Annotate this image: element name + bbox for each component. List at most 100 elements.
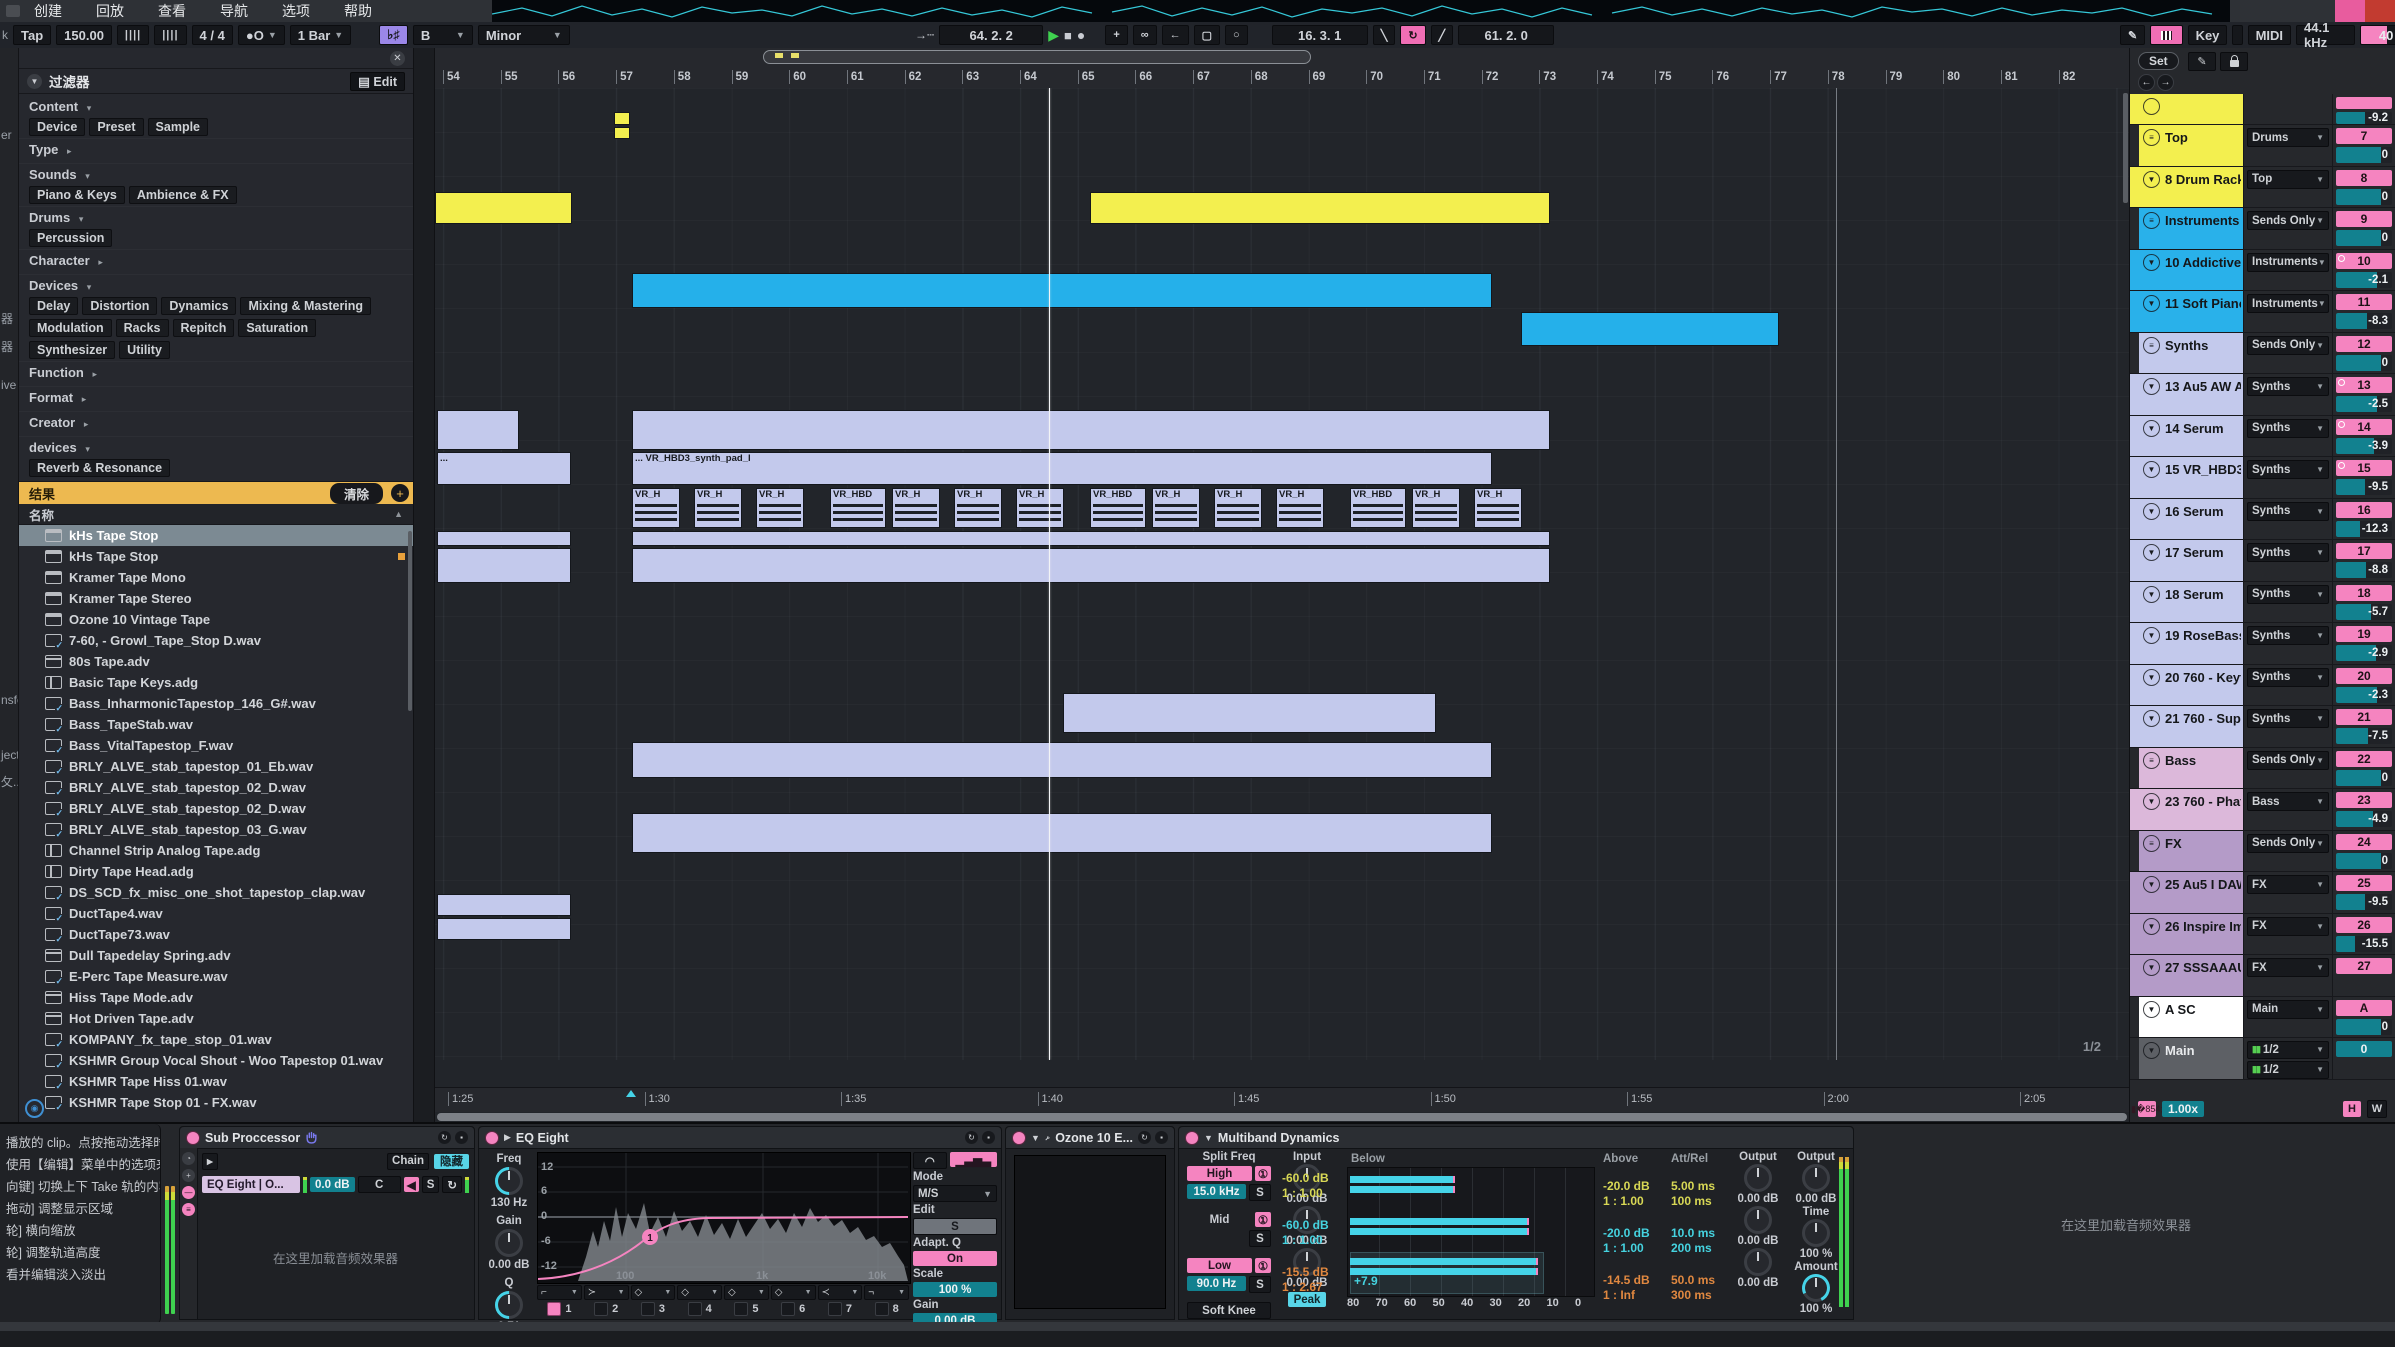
track-fold-icon[interactable]: ▼ — [2143, 669, 2160, 686]
arrangement-clip[interactable]: ... VR_HBD3_synth_pad_l — [632, 452, 1492, 485]
arrangement-clip[interactable] — [632, 548, 1550, 583]
filter-group-header[interactable]: Format ▸ — [29, 390, 403, 405]
gain-reduction-meter-area[interactable]: +7.9 — [1347, 1167, 1595, 1297]
track-activator-button[interactable]: 7 — [2336, 128, 2392, 144]
track-name-cell[interactable]: ▼ 11 Soft Piano — [2139, 291, 2244, 332]
filter-tag[interactable]: Dynamics — [161, 297, 236, 315]
track-fold-icon[interactable]: ▼ — [2143, 710, 2160, 727]
filter-group-header[interactable]: Content ▾ — [29, 99, 403, 114]
track-fold-icon[interactable]: ≡ — [2143, 752, 2160, 769]
beat-time-ruler[interactable]: 5455565758596061626364656667686970717273… — [435, 66, 2129, 89]
track-row[interactable]: ▼ 27 SSSAAAUU ▮▮ FX▼ ▮▮ ▼ — [2130, 955, 2395, 997]
track-row[interactable]: ▮▮ ▼ ▮▮ ▼ — [2130, 94, 2395, 125]
output-routing-menu[interactable]: ▮▮ Sends Only▼ — [2247, 336, 2329, 355]
stop-button[interactable]: ■ — [1064, 28, 1072, 43]
filter-group-header[interactable]: Devices ▾ — [29, 278, 403, 293]
track-fold-icon[interactable]: ≡ — [2143, 212, 2160, 229]
track-activator-button[interactable]: 27 — [2336, 958, 2392, 974]
band-activator-checkbox[interactable] — [594, 1302, 608, 1316]
arrangement-clip[interactable] — [632, 742, 1492, 778]
arrangement-clip[interactable]: VR_H — [694, 488, 742, 528]
track-fold-icon[interactable]: ▼ — [2143, 959, 2160, 976]
browser-list-item[interactable]: Bass_InharmonicTapestop_146_G#.wav — [19, 693, 413, 714]
arrangement-clip[interactable]: VR_HBD — [1090, 488, 1146, 528]
chain-row[interactable]: EQ Eight | O... 0.0 dB C ◀ S ↻ — [202, 1175, 469, 1194]
chain-solo-button[interactable]: S — [422, 1176, 440, 1193]
nudge-down-button[interactable]: |||| — [117, 25, 149, 45]
output-gain-knob-mid[interactable] — [1744, 1206, 1772, 1234]
track-volume-field[interactable]: 0 — [2336, 1019, 2392, 1035]
chain-name[interactable]: EQ Eight | O... — [202, 1176, 300, 1193]
output-routing-menu[interactable]: ▮▮ Bass▼ — [2247, 792, 2329, 811]
output-routing-menu[interactable]: ▮▮ FX▼ — [2247, 917, 2329, 936]
eq-band[interactable]: ◇▼ 3 — [631, 1285, 676, 1319]
arrangement-clip[interactable]: VR_H — [1214, 488, 1262, 528]
device-ozone-plugin[interactable]: ▼ Ozone 10 E... ↻ ▪ — [1005, 1126, 1175, 1320]
above-threshold-mid[interactable]: -20.0 dB — [1603, 1226, 1665, 1241]
track-volume-field[interactable]: -4.9 — [2336, 811, 2392, 827]
band-activator-checkbox[interactable] — [828, 1302, 842, 1316]
track-name-cell[interactable]: ▼ 10 Addictive K — [2139, 250, 2244, 291]
arrangement-clip[interactable]: VR_H — [1412, 488, 1460, 528]
eq-band[interactable]: ◇▼ 4 — [677, 1285, 722, 1319]
track-name-cell[interactable]: ▼ 14 Serum — [2139, 416, 2244, 457]
output-routing-menu[interactable]: ▮▮ Sends Only▼ — [2247, 834, 2329, 853]
lock-icon[interactable] — [2220, 52, 2248, 71]
filter-group-header[interactable]: Creator ▸ — [29, 415, 403, 430]
track-activator-button[interactable]: 26 — [2336, 917, 2392, 933]
output-routing-menu[interactable]: ▮▮ Sends Only▼ — [2247, 211, 2329, 230]
nudge-up-button[interactable]: |||| — [154, 25, 186, 45]
arrangement-clip[interactable] — [632, 410, 1550, 450]
arrangement-position-field[interactable]: 64. 2. 2 — [939, 25, 1043, 45]
output-routing-menu[interactable]: ▮▮ Instruments▼ — [2247, 294, 2329, 313]
loop-switch[interactable]: ↻ — [1400, 25, 1425, 45]
arrangement-clip[interactable] — [437, 894, 571, 916]
filter-tag[interactable]: Racks — [116, 319, 169, 337]
track-fold-icon[interactable]: ▼ — [2143, 544, 2160, 561]
menu-item[interactable]: 回放 — [96, 1, 124, 21]
device-sub-processor-rack[interactable]: Sub Proccessor ↻ ▪ ◔ + — ≡ ▸ Chain 隐藏 EQ… — [179, 1126, 475, 1320]
track-activator-button[interactable]: 11 — [2336, 294, 2392, 310]
track-row[interactable]: ▼ 19 RoseBass ▮▮ Synths▼ ▮▮ ▼ — [2130, 623, 2395, 665]
track-row[interactable]: ▼ 18 Serum ▮▮ Synths▼ ▮▮ ▼ — [2130, 582, 2395, 624]
track-volume-field[interactable]: 0 — [2336, 189, 2392, 205]
plugin-edit-wrench-icon[interactable] — [1045, 1132, 1050, 1144]
tap-tempo-button[interactable]: Tap — [13, 25, 51, 45]
band-activator-checkbox[interactable] — [688, 1302, 702, 1316]
time-knob[interactable] — [1802, 1219, 1830, 1247]
track-activator-button[interactable]: 9 — [2336, 211, 2392, 227]
track-fold-icon[interactable]: ≡ — [2143, 129, 2160, 146]
filter-group-header[interactable]: Function ▸ — [29, 365, 403, 380]
browser-list-item[interactable]: Kramer Tape Stereo — [19, 588, 413, 609]
output-gain-knob-low[interactable] — [1744, 1248, 1772, 1276]
save-preset-icon[interactable]: ▪ — [982, 1131, 995, 1144]
filter-group-header[interactable]: devices ▾ — [29, 440, 403, 455]
track-row[interactable]: ▼ 15 VR_HBD3_s ▮▮ Synths▼ ▮▮ ▼ — [2130, 457, 2395, 499]
menu-item[interactable]: 帮助 — [344, 1, 372, 21]
filter-tag[interactable]: Mixing & Mastering — [240, 297, 371, 315]
browser-list-item[interactable]: KSHMR Group Vocal Shout - Woo Tapestop 0… — [19, 1050, 413, 1071]
browser-list-item[interactable]: 80s Tape.adv — [19, 651, 413, 672]
hot-swap-icon[interactable]: ↻ — [965, 1131, 978, 1144]
clear-filters-button[interactable]: 清除 — [330, 483, 383, 504]
add-filter-icon[interactable]: + — [391, 484, 409, 502]
track-volume-field[interactable]: -8.3 — [2336, 313, 2392, 329]
browser-list-item[interactable]: Bass_VitalTapestop_F.wav — [19, 735, 413, 756]
cpu-meter[interactable]: 40 % — [2360, 25, 2395, 45]
mid-activator-icon[interactable]: ① — [1255, 1212, 1271, 1227]
track-fold-icon[interactable]: ▼ — [2143, 793, 2160, 810]
release-low[interactable]: 300 ms — [1671, 1288, 1727, 1303]
back-to-arrangement-button[interactable]: ← — [1162, 25, 1189, 45]
track-fold-icon[interactable]: ▼ — [2143, 1042, 2160, 1059]
track-volume-field[interactable]: -15.5 — [2336, 936, 2392, 952]
below-threshold-high[interactable]: -60.0 dB — [1282, 1171, 1344, 1186]
eq-band[interactable]: ◇▼ 6 — [771, 1285, 816, 1319]
output-routing-menu[interactable]: ▮▮ Synths▼ — [2247, 585, 2329, 604]
pencil-icon[interactable]: ✎ — [2188, 52, 2216, 71]
arrangement-clip[interactable] — [437, 531, 571, 546]
horizontal-scrollbar[interactable] — [437, 1113, 2127, 1121]
key-signature-button[interactable]: ♭♯ — [379, 25, 408, 45]
punch-in-button[interactable]: ╲ — [1373, 25, 1396, 45]
eq-band[interactable]: ≻▼ 2 — [584, 1285, 629, 1319]
browser-list-item[interactable]: DS_SCD_fx_misc_one_shot_tapestop_clap.wa… — [19, 882, 413, 903]
